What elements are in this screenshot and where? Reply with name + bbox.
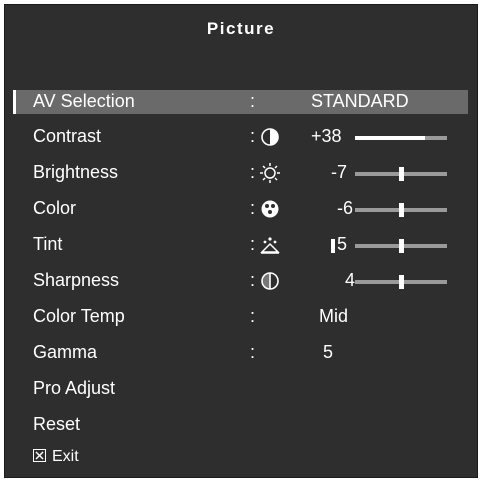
sharpness-slider[interactable]	[355, 275, 447, 289]
gamma-value: 5	[323, 342, 334, 362]
tint-slider-thumb[interactable]	[399, 239, 404, 253]
brightness-slider-thumb[interactable]	[399, 167, 404, 181]
separator-colon: :	[250, 126, 256, 146]
brightness-value: -7	[331, 162, 348, 182]
menu-item-label: Gamma	[33, 342, 98, 362]
contrast-value: +38	[311, 126, 342, 146]
menu-item-label: Tint	[33, 234, 63, 254]
menu-item-av-selection[interactable]: AV Selection : STANDARD	[13, 90, 468, 114]
menu-item-label: AV Selection	[33, 91, 135, 111]
brightness-icon	[259, 163, 281, 183]
exit-button[interactable]: Exit	[33, 448, 79, 466]
tint-marker	[331, 239, 335, 253]
menu-item-label: Reset	[33, 414, 81, 434]
menu-item-pro-adjust[interactable]: Pro Adjust	[13, 377, 468, 401]
tint-slider[interactable]	[355, 239, 447, 253]
menu-item-gamma[interactable]: Gamma : 5	[13, 341, 468, 365]
close-box-icon	[33, 449, 46, 463]
separator-colon: :	[250, 198, 256, 218]
selection-marker	[13, 90, 16, 114]
menu-item-color-temp[interactable]: Color Temp : Mid	[13, 305, 468, 329]
tint-icon	[259, 235, 281, 255]
av-selection-value: STANDARD	[311, 91, 409, 111]
sharpness-slider-thumb[interactable]	[399, 275, 404, 289]
separator-colon: :	[250, 234, 256, 254]
color-slider-thumb[interactable]	[399, 203, 404, 217]
color-slider[interactable]	[355, 203, 447, 217]
picture-menu: Picture AV Selection : STANDARD Contrast…	[4, 4, 478, 478]
separator-colon: :	[250, 91, 256, 111]
menu-item-label: Pro Adjust	[33, 378, 116, 398]
tint-value: 5	[337, 234, 348, 254]
menu-item-label: Contrast	[33, 126, 102, 146]
contrast-icon	[259, 127, 281, 147]
menu-item-label: Sharpness	[33, 270, 120, 290]
color-icon	[259, 199, 281, 219]
menu-item-color[interactable]: Color : -6	[13, 197, 468, 221]
exit-label: Exit	[52, 448, 79, 465]
menu-item-label: Color	[33, 198, 77, 218]
separator-colon: :	[250, 342, 256, 362]
menu-item-label: Brightness	[33, 162, 119, 182]
separator-colon: :	[250, 162, 256, 182]
menu-item-sharpness[interactable]: Sharpness : 4	[13, 269, 468, 293]
sharpness-icon	[259, 271, 281, 291]
separator-colon: :	[250, 306, 256, 326]
color-value: -6	[337, 198, 354, 218]
contrast-slider[interactable]	[355, 136, 447, 140]
menu-title: Picture	[206, 19, 276, 38]
contrast-slider-fill	[355, 136, 425, 140]
menu-item-brightness[interactable]: Brightness : -7	[13, 161, 468, 185]
menu-item-reset[interactable]: Reset	[13, 413, 468, 437]
menu-item-label: Color Temp	[33, 306, 125, 326]
brightness-slider[interactable]	[355, 167, 447, 181]
separator-colon: :	[250, 270, 256, 290]
color-temp-value: Mid	[319, 306, 349, 326]
menu-item-contrast[interactable]: Contrast : +38	[13, 125, 468, 149]
sharpness-value: 4	[345, 270, 356, 290]
menu-item-tint[interactable]: Tint : 5	[13, 233, 468, 257]
